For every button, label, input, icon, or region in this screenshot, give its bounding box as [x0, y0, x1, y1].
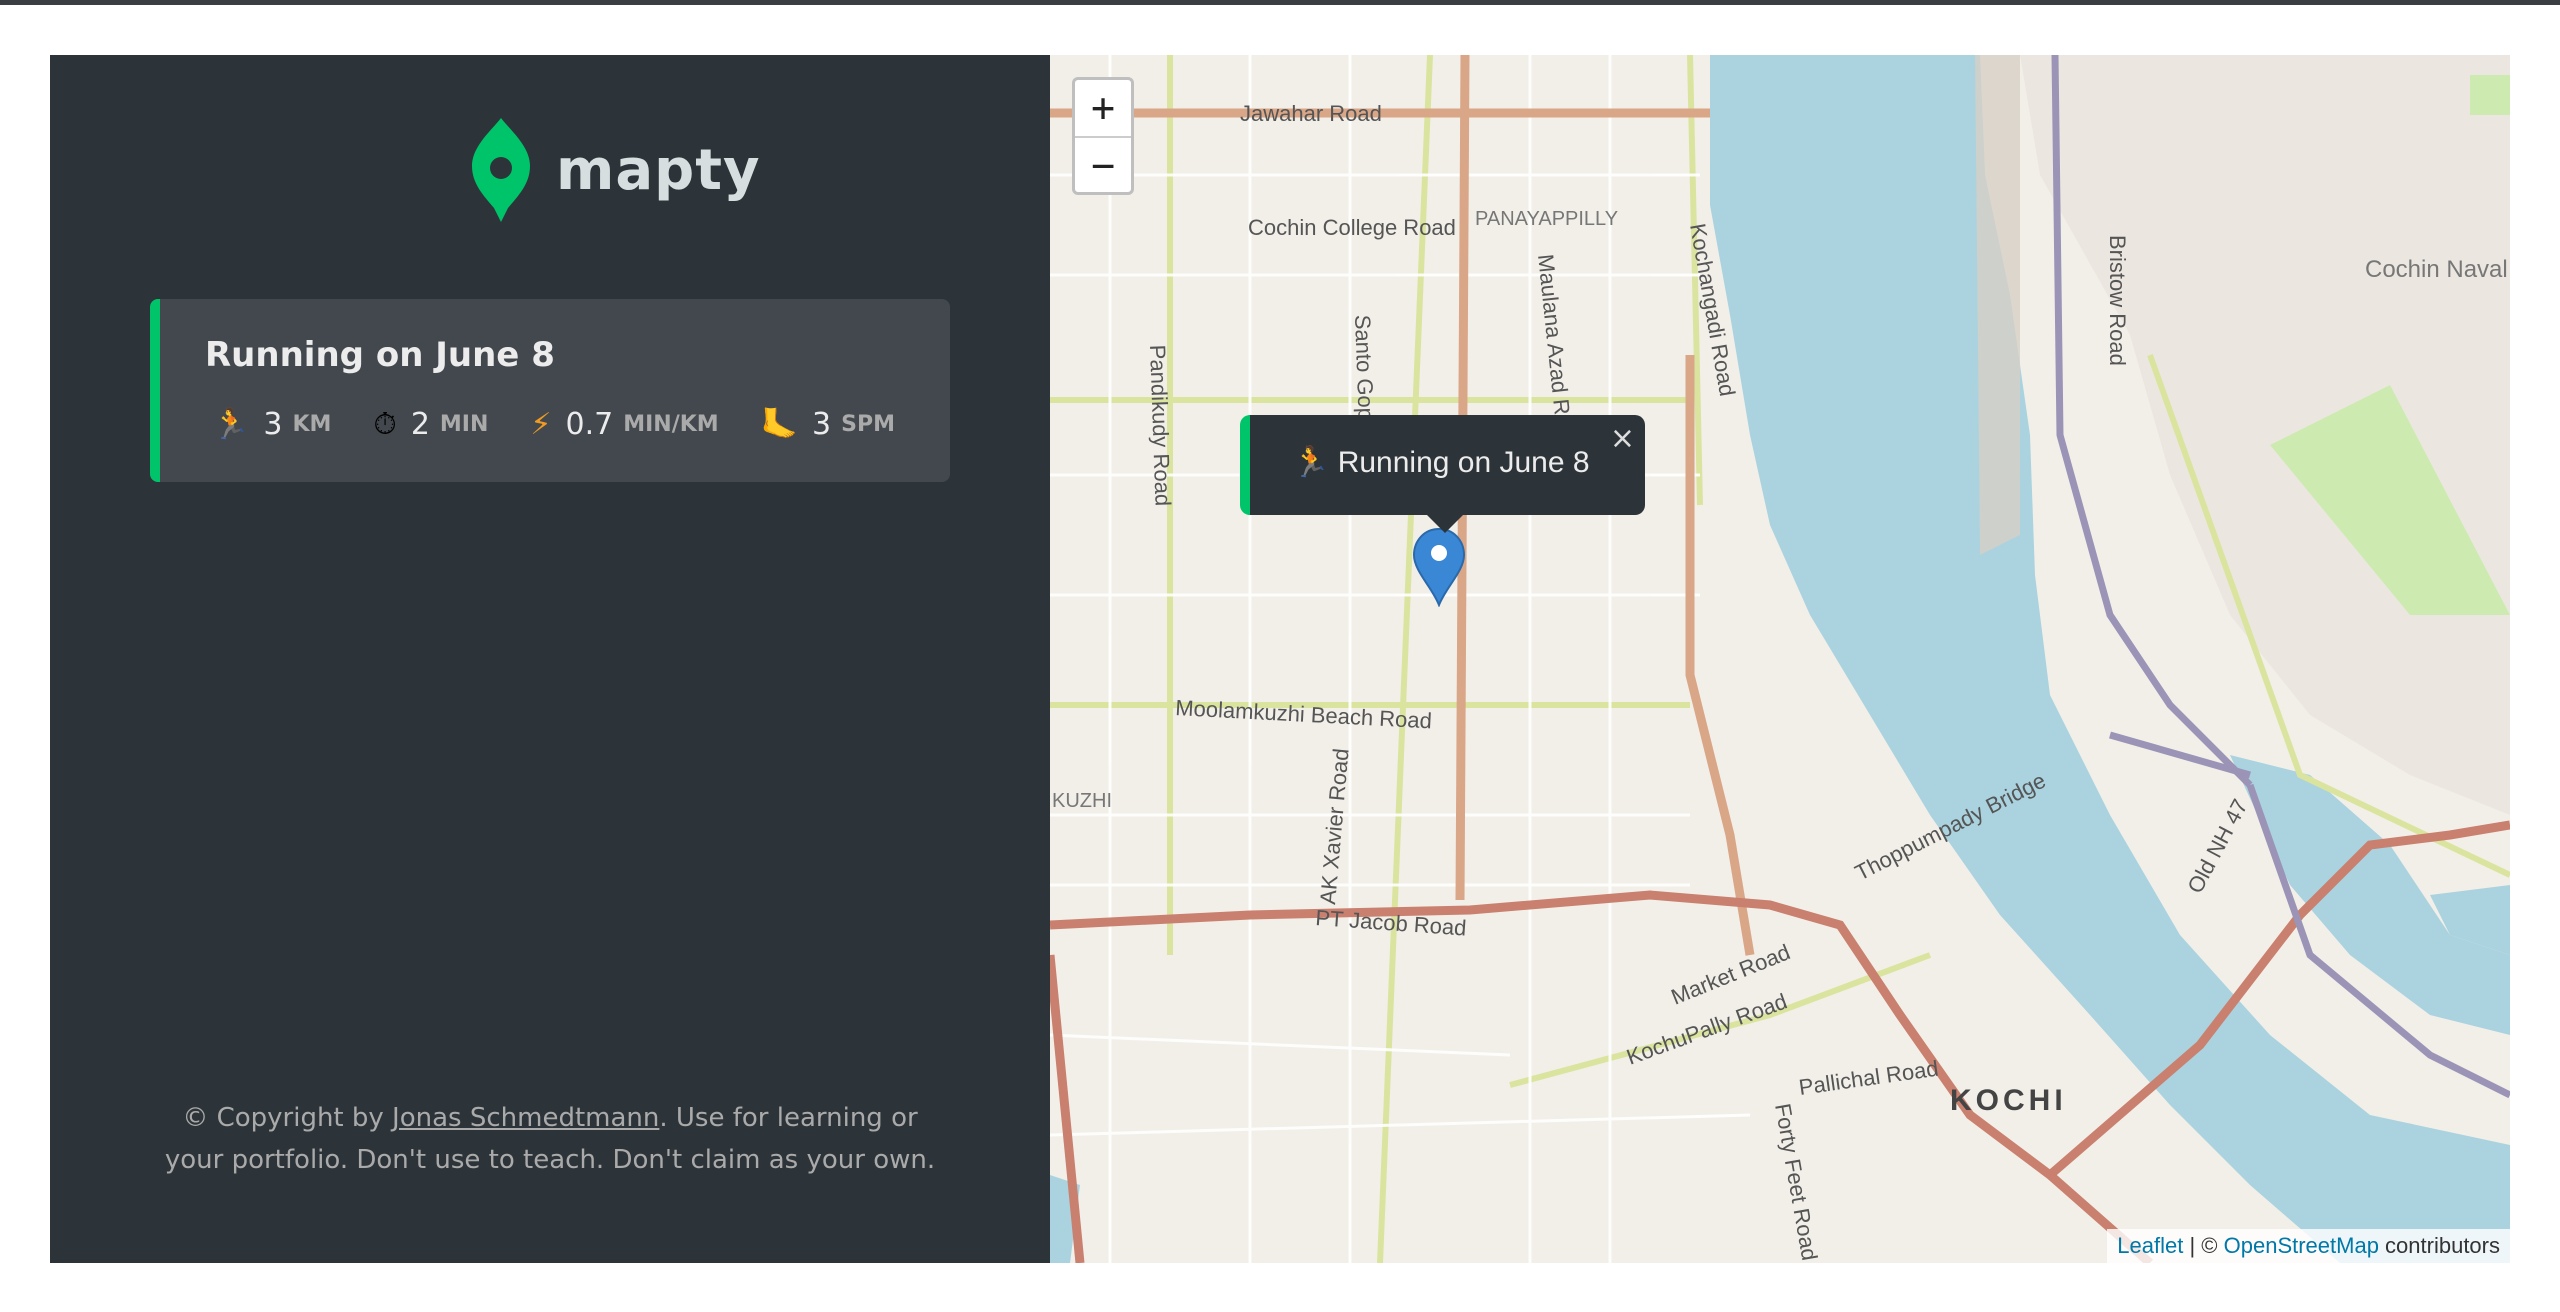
popup-text: Running on June 8	[1337, 446, 1590, 479]
attribution-separator: | ©	[2183, 1233, 2224, 1258]
duration-unit: min	[439, 412, 489, 437]
map-tiles[interactable]: Jawahar Road Cochin College Road PANAYAP…	[1050, 55, 2510, 1263]
duration-value: 2	[410, 407, 430, 442]
map-label-kochi: KOCHI	[1950, 1084, 2067, 1117]
distance-unit: km	[292, 412, 332, 437]
map-label-panayappilly: PANAYAPPILLY	[1475, 208, 1618, 230]
copyright: © Copyright by Jonas Schmedtmann. Use fo…	[150, 1097, 950, 1181]
top-border	[0, 0, 2560, 5]
openstreetmap-link[interactable]: OpenStreetMap	[2224, 1233, 2379, 1258]
map-label-forty-feet-road: Forty Feet Road	[1770, 1102, 1822, 1263]
author-link[interactable]: Jonas Schmedtmann	[392, 1103, 659, 1133]
map-label-pallichal-road: Pallichal Road	[1797, 1056, 1940, 1100]
duration-detail: ⏱ 2 min	[373, 407, 488, 442]
map-label-old-nh-47: Old NH 47	[2182, 795, 2252, 897]
pace-unit: min/km	[623, 412, 719, 437]
map-marker-icon[interactable]	[1412, 527, 1466, 611]
distance-value: 3	[263, 407, 283, 442]
workout-details: 🏃 3 km ⏱ 2 min ⚡ 0.7 min/km 🦶 3 spm	[212, 407, 937, 442]
map-label-jawahar-road: Jawahar Road	[1240, 101, 1382, 126]
workout-popup[interactable]: 🏃 Running on June 8 ×	[1240, 415, 1645, 533]
map[interactable]: Jawahar Road Cochin College Road PANAYAP…	[1050, 55, 2510, 1263]
zoom-in-button[interactable]: +	[1075, 80, 1131, 136]
map-label-pandikudy-road: Pandikudy Road	[1145, 344, 1176, 506]
workout-title: Running on June 8	[205, 335, 555, 375]
leaflet-link[interactable]: Leaflet	[2117, 1233, 2183, 1258]
lightning-icon: ⚡	[530, 406, 552, 442]
stopwatch-icon: ⏱	[373, 406, 397, 442]
map-label-kuzhi: KUZHI	[1052, 790, 1112, 812]
popup-content: 🏃 Running on June 8	[1292, 445, 1590, 480]
sidebar: mapty Running on June 8 🏃 3 km ⏱ 2 min ⚡…	[50, 55, 1050, 1263]
distance-detail: 🏃 3 km	[212, 407, 331, 442]
cadence-unit: spm	[841, 412, 895, 437]
runner-icon: 🏃	[212, 406, 250, 442]
map-label-bristow-road: Bristow Road	[2105, 235, 2130, 366]
zoom-control: + −	[1072, 77, 1134, 195]
logo-text: mapty	[556, 137, 761, 203]
popup-close-button[interactable]: ×	[1610, 421, 1635, 456]
pace-detail: ⚡ 0.7 min/km	[530, 407, 718, 442]
map-label-cochin-college-road: Cochin College Road	[1248, 215, 1456, 240]
cadence-detail: 🦶 3 spm	[761, 407, 895, 442]
attribution-suffix: contributors	[2378, 1233, 2500, 1258]
map-label-santo-gop: Santo Gop	[1350, 314, 1379, 420]
map-attribution: Leaflet | © OpenStreetMap contributors	[2107, 1229, 2510, 1263]
cadence-value: 3	[812, 407, 832, 442]
popup-tip	[1425, 513, 1465, 533]
logo: mapty	[470, 115, 761, 225]
runner-icon: 🏃	[1292, 446, 1330, 479]
map-label-ak-xavier-road: AK Xavier Road	[1315, 747, 1354, 905]
pace-value: 0.7	[565, 407, 614, 442]
copyright-prefix: © Copyright by	[182, 1103, 393, 1133]
zoom-out-button[interactable]: −	[1075, 136, 1131, 194]
footprint-icon: 🦶	[760, 406, 799, 442]
workout-card[interactable]: Running on June 8 🏃 3 km ⏱ 2 min ⚡ 0.7 m…	[150, 299, 950, 482]
map-label-kochupally-road: KochuPally Road	[1623, 988, 1790, 1069]
map-pin-logo-icon	[472, 118, 530, 222]
map-label-moolamkuzhi-beach-road: Moolamkuzhi Beach Road	[1175, 695, 1433, 733]
map-label-cochin-naval-base: Cochin Naval Base	[2365, 256, 2510, 283]
